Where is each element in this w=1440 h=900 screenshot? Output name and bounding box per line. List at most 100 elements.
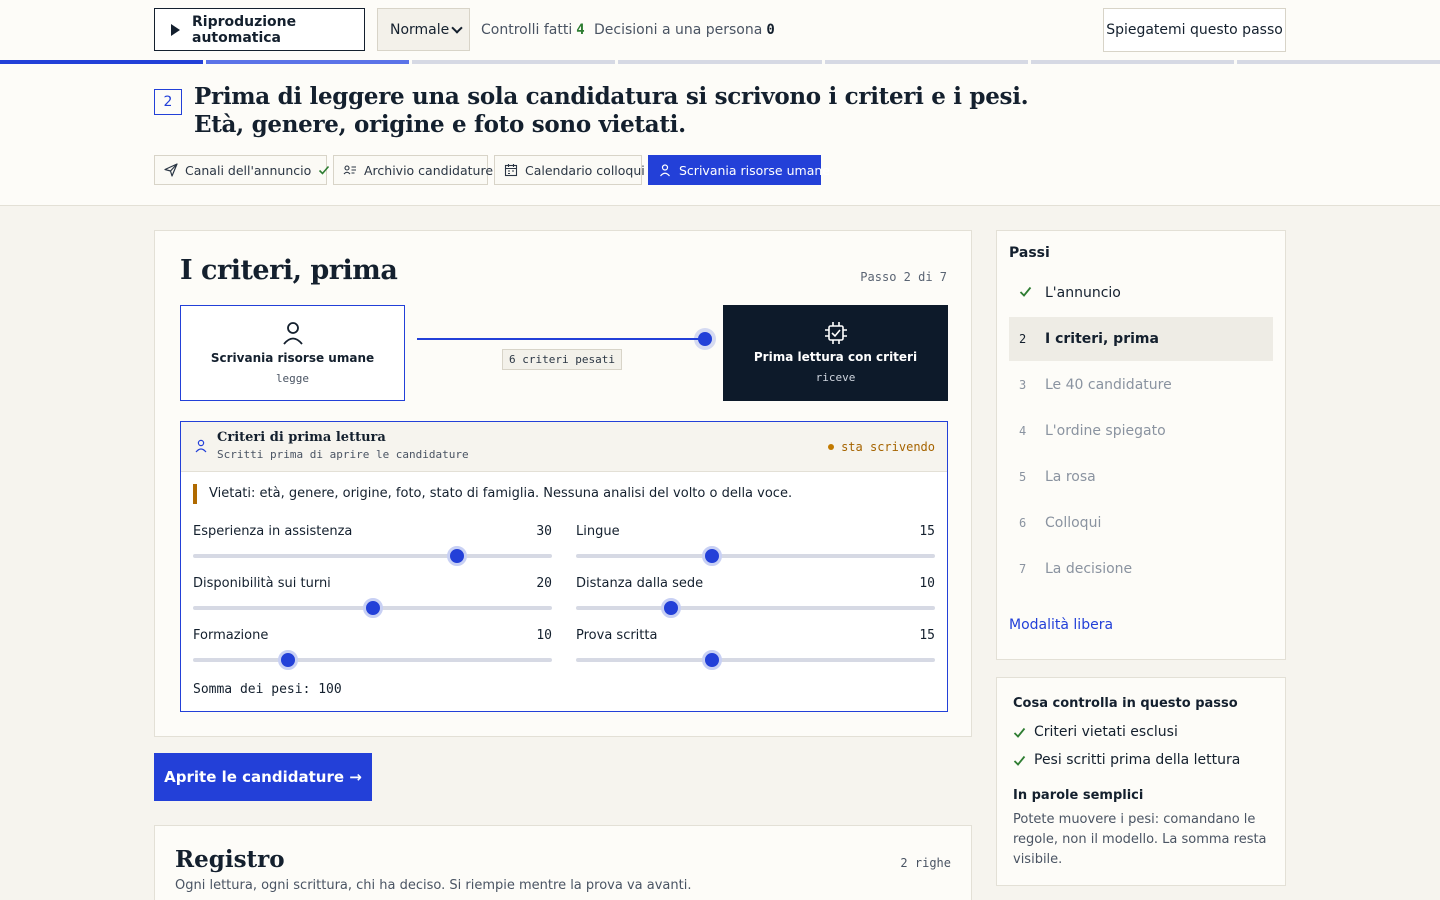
chip-canali-annuncio[interactable]: Canali dell'annuncio [154,155,330,185]
register-title: Registro [175,846,285,873]
step-item-decisione[interactable]: 7 La decisione [1009,547,1273,591]
actor-left-role: legge [275,372,310,385]
open-applications-button[interactable]: Aprite le candidature → [154,753,372,801]
slider-thumb[interactable] [661,598,682,618]
actor-first-read: Prima lettura con criteri riceve [723,305,948,401]
weight-value: 10 [536,628,552,643]
decisions-stat: Decisioni a una persona 0 [594,22,775,38]
register-panel: Registro 2 righe Ogni lettura, ogni scri… [154,825,972,900]
forbidden-criteria-note: Vietati: età, genere, origine, foto, sta… [193,484,792,504]
actor-hr-desk: Scrivania risorse umane legge [180,305,405,401]
speed-select[interactable]: Normale [377,8,470,51]
slider-thumb[interactable] [702,546,723,566]
slider-thumb[interactable] [702,650,723,670]
list-user-icon [343,163,357,177]
person-icon [658,163,672,177]
weight-slider[interactable]: Formazione 10 [193,628,552,670]
checks-stat: Controlli fatti 4 [481,22,585,38]
weight-slider[interactable]: Prova scritta 15 [576,628,935,670]
progress-segment [206,60,410,64]
progress-segment [618,60,822,64]
step-indicator: Passo 2 di 7 [860,270,947,284]
checks-count: 4 [576,22,585,38]
headline-line-2: Età, genere, origine e foto sono vietati… [194,111,686,138]
progress-segment [0,60,204,64]
actor-right-role: riceve [815,371,856,384]
chevron-down-icon [451,22,463,34]
slider-thumb[interactable] [278,650,299,670]
calendar-icon [504,163,518,177]
register-count: 2 righe [900,856,951,870]
check-item: Pesi scritti prima della lettura [1013,752,1240,768]
autoplay-label: Riproduzione automatica [192,13,297,46]
chip-archivio-candidature[interactable]: Archivio candidature [333,155,493,185]
register-subtitle: Ogni lettura, ogni scrittura, chi ha dec… [175,878,692,893]
weight-value: 30 [536,524,552,539]
weights-sum: Somma dei pesi: 100 [193,682,342,697]
free-mode-link[interactable]: Modalità libera [1009,617,1113,633]
slider-track[interactable] [576,554,935,558]
headline-line-1: Prima di leggere una sola candidatura si… [194,83,1029,110]
step-headline: Prima di leggere una sola candidatura si… [194,83,1029,139]
writing-status: sta scrivendo [828,440,935,454]
decisions-count: 0 [766,22,775,38]
slider-track[interactable] [193,554,552,558]
weight-slider[interactable]: Distanza dalla sede 10 [576,576,935,618]
criteria-panel: Criteri di prima lettura Scritti prima d… [180,421,948,712]
slider-track[interactable] [576,606,935,610]
speed-value: Normale [390,21,450,38]
weight-value: 15 [919,524,935,539]
step-number-badge: 2 [154,89,182,115]
weight-label: Prova scritta [576,628,658,643]
plain-words-title: In parole semplici [1013,788,1144,803]
slider-track[interactable] [193,658,552,662]
send-icon [164,163,178,177]
step-item-ordine[interactable]: 4 L'ordine spiegato [1009,409,1273,453]
top-band: Riproduzione automatica Normale Controll… [0,0,1440,206]
progress-segment [412,60,616,64]
actor-left-name: Scrivania risorse umane [210,351,375,365]
chip-check-icon [823,320,849,350]
weight-slider[interactable]: Esperienza in assistenza 30 [193,524,552,566]
chip-calendario-colloqui[interactable]: Calendario colloqui [494,155,645,185]
step-item-candidature[interactable]: 3 Le 40 candidature [1009,363,1273,407]
chip-scrivania-risorse-umane[interactable]: Scrivania risorse umane [648,155,830,185]
slider-thumb[interactable] [446,546,467,566]
weight-slider[interactable]: Disponibilità sui turni 20 [193,576,552,618]
weight-label: Formazione [193,628,269,643]
progress-segment [1030,60,1234,64]
criteria-subtitle: Scritti prima di aprire le candidature [217,448,469,461]
connector-label: 6 criteri pesati [502,349,622,370]
slider-track[interactable] [576,658,935,662]
weight-value: 10 [919,576,935,591]
step-checks-panel: Cosa controlla in questo passo Criteri v… [996,677,1286,886]
criteria-header: Criteri di prima lettura Scritti prima d… [181,422,947,472]
steps-title: Passi [1009,245,1050,261]
criteria-title: Criteri di prima lettura [217,430,386,445]
connector-line [417,338,705,340]
toolbar: Riproduzione automatica Normale Controll… [154,8,1286,52]
weight-label: Lingue [576,524,620,539]
slider-thumb[interactable] [362,598,383,618]
weight-label: Esperienza in assistenza [193,524,353,539]
step-item-annuncio[interactable]: L'annuncio [1009,271,1273,315]
checks-title: Cosa controlla in questo passo [1013,696,1238,711]
progress-segment [1236,60,1440,64]
step-item-criteri[interactable]: 2 I criteri, prima [1009,317,1273,361]
step-card: I criteri, prima Passo 2 di 7 Scrivania … [154,230,972,737]
connector-dot [698,332,712,346]
progress-bar [0,60,1440,64]
weight-value: 20 [536,576,552,591]
play-icon [171,23,180,36]
step-item-colloqui[interactable]: 6 Colloqui [1009,501,1273,545]
person-icon [195,439,207,457]
person-icon [282,321,304,349]
step-item-rosa[interactable]: 5 La rosa [1009,455,1273,499]
autoplay-button[interactable]: Riproduzione automatica [154,8,365,51]
card-title: I criteri, prima [180,255,398,286]
weight-slider[interactable]: Lingue 15 [576,524,935,566]
weight-value: 15 [919,628,935,643]
explain-step-button[interactable]: Spiegatemi questo passo [1103,8,1286,52]
check-icon [1019,285,1041,301]
check-icon [1013,754,1026,767]
